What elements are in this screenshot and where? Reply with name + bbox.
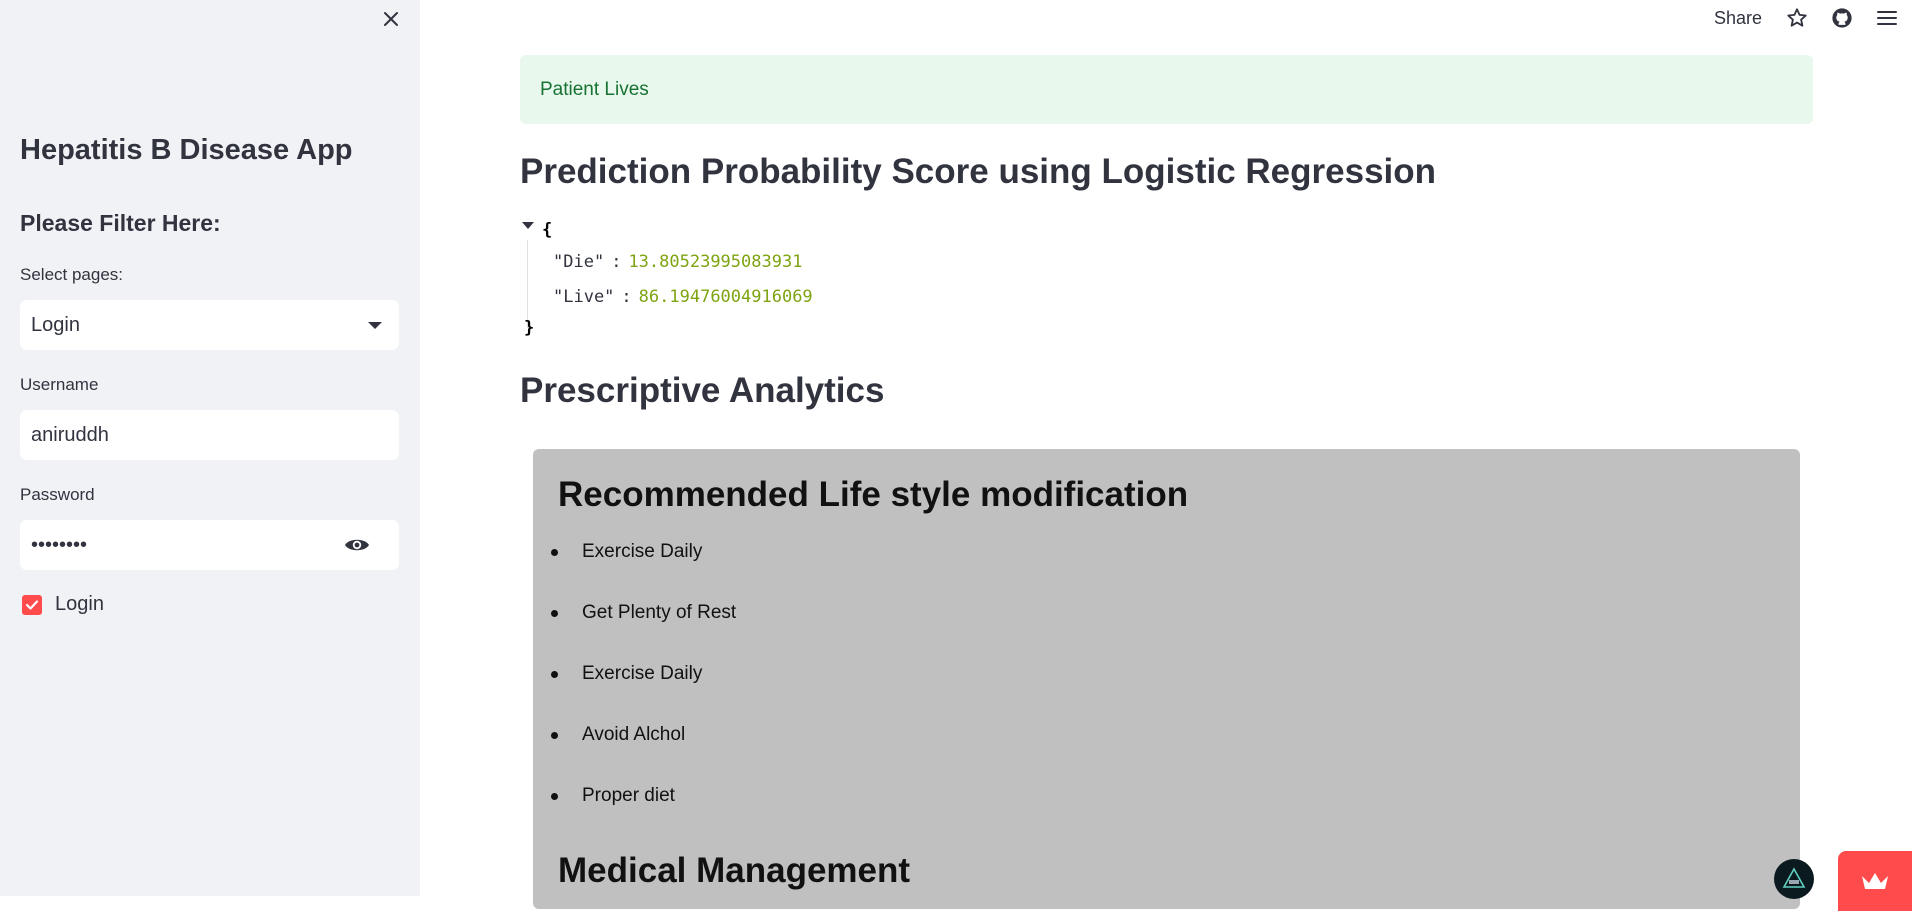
select-pages-dropdown[interactable]: Login (20, 300, 399, 350)
list-item: Exercise Daily (533, 663, 1800, 724)
hamburger-menu-icon (1877, 11, 1897, 25)
prescription-panel: Recommended Life style modification Exer… (533, 449, 1800, 909)
select-pages-label: Select pages: (20, 265, 124, 284)
github-icon (1832, 8, 1852, 28)
star-button[interactable] (1784, 5, 1810, 31)
json-entry: "Die":13.80523995083931 (553, 252, 803, 272)
list-item: Exercise Daily (533, 541, 1800, 602)
github-button[interactable] (1829, 5, 1855, 31)
chevron-down-icon (368, 321, 382, 329)
json-entry: "Live":86.19476004916069 (553, 287, 813, 307)
streamlit-badge-button[interactable] (1838, 851, 1912, 911)
select-pages-value: Login (31, 313, 80, 336)
prescriptive-heading: Prescriptive Analytics (520, 371, 885, 410)
json-value: 13.80523995083931 (628, 252, 803, 272)
success-alert-text: Patient Lives (540, 78, 649, 100)
collapse-toggle-icon[interactable] (522, 222, 534, 229)
json-open-brace: { (542, 220, 553, 240)
sidebar: Hepatitis B Disease App Please Filter He… (0, 0, 420, 896)
lifestyle-heading: Recommended Life style modification (558, 475, 1189, 514)
json-key: "Live" (553, 287, 615, 307)
username-field-wrapper (20, 410, 399, 460)
json-close-brace: } (524, 318, 535, 338)
username-label: Username (20, 375, 99, 394)
list-item: Avoid Alchol (533, 724, 1800, 785)
medical-management-heading: Medical Management (558, 851, 911, 890)
eye-icon (345, 539, 369, 551)
crown-icon (1862, 873, 1888, 889)
username-field[interactable] (31, 423, 388, 447)
list-item: Get Plenty of Rest (533, 602, 1800, 663)
json-indent-rail (527, 240, 528, 328)
top-toolbar: Share (1714, 0, 1912, 36)
app-title: Hepatitis B Disease App (20, 134, 353, 166)
json-value: 86.19476004916069 (638, 287, 813, 307)
share-button[interactable]: Share (1714, 8, 1762, 29)
checkbox-checked-icon (22, 594, 42, 615)
lifestyle-list: Exercise Daily Get Plenty of Rest Exerci… (533, 541, 1800, 846)
json-key: "Die" (553, 252, 605, 272)
close-icon (384, 12, 398, 26)
close-sidebar-button[interactable] (378, 6, 404, 32)
user-avatar[interactable] (1774, 859, 1814, 899)
login-checkbox-label: Login (55, 593, 104, 615)
show-password-button[interactable] (344, 535, 372, 555)
password-label: Password (20, 485, 95, 504)
star-icon (1787, 8, 1807, 27)
login-checkbox[interactable]: Login (22, 593, 104, 616)
prediction-heading: Prediction Probability Score using Logis… (520, 152, 1437, 191)
password-masked-value: •••••••• (31, 533, 88, 556)
avatar-logo-icon (1782, 867, 1806, 888)
list-item: Proper diet (533, 785, 1800, 846)
main-menu-button[interactable] (1874, 5, 1900, 31)
success-alert: Patient Lives (520, 55, 1813, 124)
password-field[interactable]: •••••••• (20, 520, 399, 570)
filter-heading: Please Filter Here: (20, 210, 221, 236)
